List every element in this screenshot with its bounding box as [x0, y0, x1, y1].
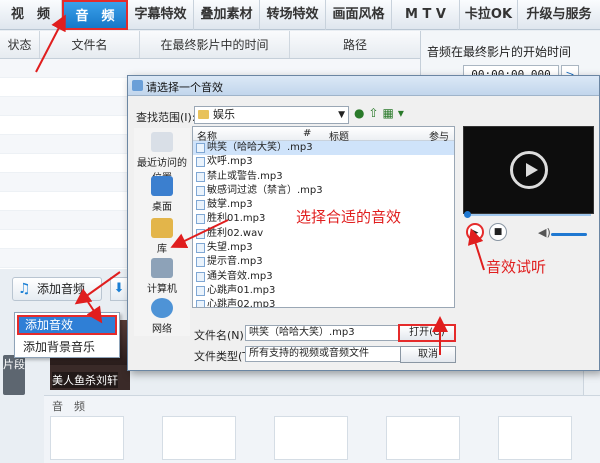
col-number[interactable]: #: [303, 128, 311, 139]
file-row[interactable]: 禁止或警告.mp3: [193, 170, 454, 184]
dialog-app-icon: [132, 80, 143, 91]
secondary-tool-button[interactable]: ⬇: [110, 277, 128, 301]
tab-subtitle-effects[interactable]: 字幕特效: [128, 0, 194, 30]
audio-list-header: 状态 文件名 在最终影片中的时间 路径: [0, 31, 420, 59]
track-slot[interactable]: [162, 416, 236, 460]
audio-file-icon: [196, 143, 205, 153]
track-slot[interactable]: [498, 416, 572, 460]
audio-preview-screen: [463, 126, 594, 214]
volume-slider[interactable]: [551, 233, 587, 236]
top-menu: 视 频 音 频 字幕特效 叠加素材 转场特效 画面风格 M T V 卡拉OK 升…: [0, 0, 600, 30]
library-icon: [151, 218, 173, 238]
add-audio-button[interactable]: ♫ 添加音频: [12, 277, 102, 301]
file-list-header: 名称 # 标题 参与: [193, 127, 454, 143]
menu-item-add-background-music[interactable]: 添加背景音乐: [17, 337, 117, 357]
add-audio-label: 添加音频: [37, 282, 86, 296]
audio-file-icon: [196, 214, 205, 225]
annotation-preview-sound: 音效试听: [486, 258, 547, 276]
audio-file-icon: [196, 300, 205, 307]
file-row[interactable]: 胜利02.wav: [193, 227, 454, 241]
track-slot[interactable]: [50, 416, 124, 460]
preview-play-button[interactable]: ▶: [466, 223, 484, 241]
dialog-title: 请选择一个音效: [146, 81, 223, 94]
file-row[interactable]: 心跳声01.mp3: [193, 284, 454, 298]
network-icon: [151, 298, 173, 318]
dialog-titlebar[interactable]: 请选择一个音效: [128, 76, 599, 96]
track-slot[interactable]: [274, 416, 348, 460]
place-computer[interactable]: 计算机: [134, 258, 190, 295]
annotation-choose-sound: 选择合适的音效: [296, 208, 402, 226]
tab-upgrade-service[interactable]: 升级与服务: [518, 0, 600, 30]
file-row[interactable]: 哄笑（哈哈大笑）.mp3: [193, 141, 454, 156]
file-row[interactable]: 通关音效.mp3: [193, 270, 454, 284]
look-in-value: 娱乐: [213, 108, 235, 121]
place-library[interactable]: 库: [134, 218, 190, 255]
tab-transition-effects[interactable]: 转场特效: [260, 0, 326, 30]
nav-buttons[interactable]: ●⇧▦▾: [354, 106, 408, 120]
seek-knob[interactable]: [464, 211, 471, 218]
preview-stop-button[interactable]: ■: [489, 223, 507, 241]
places-bar: 最近访问的位置 桌面 库 计算机 网络: [134, 128, 190, 336]
tab-overlay-material[interactable]: 叠加素材: [194, 0, 260, 30]
file-row[interactable]: 心跳声02.mp3: [193, 298, 454, 307]
volume-icon: ◀): [538, 226, 551, 239]
add-audio-menu: 添加音效 添加背景音乐: [14, 312, 120, 358]
tab-audio[interactable]: 音 频: [62, 0, 128, 30]
audio-file-icon: [196, 157, 205, 168]
tab-picture-style[interactable]: 画面风格: [326, 0, 392, 30]
segment-tab[interactable]: 片段: [3, 355, 25, 395]
preview-seek-bar[interactable]: [464, 211, 591, 220]
recent-icon: [151, 132, 173, 152]
thumbnail-caption: 美人鱼杀刘轩: [52, 372, 118, 388]
file-row[interactable]: 欢呼.mp3: [193, 155, 454, 169]
place-desktop[interactable]: 桌面: [134, 176, 190, 213]
audio-file-icon: [196, 271, 205, 282]
audio-file-icon: [196, 171, 205, 182]
audio-file-icon: [196, 185, 205, 196]
tab-mtv[interactable]: M T V: [392, 0, 460, 30]
start-time-title: 音频在最终影片的开始时间: [427, 45, 572, 59]
col-time-in-movie[interactable]: 在最终影片中的时间: [140, 31, 290, 58]
audio-file-icon: [196, 228, 205, 239]
menu-item-add-sound-effect[interactable]: 添加音效: [17, 315, 117, 335]
track-slot[interactable]: [386, 416, 460, 460]
tab-karaoke[interactable]: 卡拉OK: [460, 0, 518, 30]
open-button[interactable]: 打开(O): [398, 324, 456, 342]
tab-video[interactable]: 视 频: [0, 0, 62, 30]
audio-file-icon: [196, 243, 205, 254]
file-row[interactable]: 提示音.mp3: [193, 255, 454, 269]
col-path[interactable]: 路径: [290, 31, 420, 58]
audio-file-icon: [196, 257, 205, 268]
audio-file-icon: [196, 285, 205, 296]
play-icon[interactable]: [510, 151, 548, 189]
col-status[interactable]: 状态: [0, 31, 40, 58]
computer-icon: [151, 258, 173, 278]
audio-track-label: 音 频: [52, 400, 85, 413]
audio-track: 音 频: [44, 395, 600, 463]
col-filename[interactable]: 文件名: [40, 31, 140, 58]
file-row[interactable]: 失望.mp3: [193, 241, 454, 255]
desktop-icon: [151, 176, 173, 196]
look-in-label: 查找范围(I):: [136, 111, 196, 124]
music-note-icon: ♫: [18, 281, 31, 297]
chevron-down-icon: ▼: [338, 110, 345, 120]
filename-label: 文件名(N):: [194, 329, 248, 342]
cancel-button[interactable]: 取消: [400, 346, 456, 363]
file-row[interactable]: 敏感词过滤（禁言）.mp3: [193, 184, 454, 198]
folder-icon: [198, 110, 209, 119]
audio-file-icon: [196, 200, 205, 211]
look-in-combo[interactable]: 娱乐 ▼: [194, 106, 349, 124]
place-network[interactable]: 网络: [134, 298, 190, 335]
